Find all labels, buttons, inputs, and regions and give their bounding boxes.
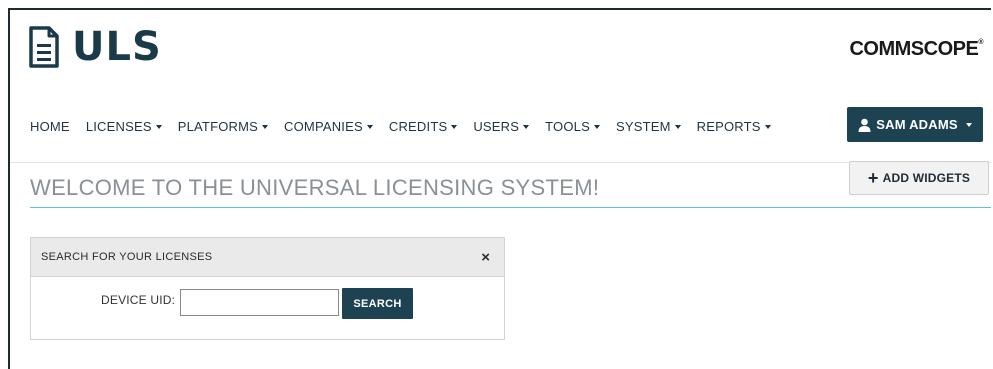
widget-body: DEVICE UID: SEARCH (31, 277, 504, 339)
main-nav: HOME LICENSES PLATFORMS COMPANIES CREDIT… (30, 116, 787, 136)
nav-item-label: LICENSES (85, 118, 152, 134)
user-icon (858, 118, 871, 132)
nav-item-licenses[interactable]: LICENSES (86, 119, 162, 134)
nav-item-system[interactable]: SYSTEM (616, 119, 681, 134)
nav-item-label: COMPANIES (284, 118, 363, 134)
add-widgets-label: ADD WIDGETS (882, 171, 971, 185)
app-logo[interactable]: ULS (28, 22, 162, 72)
plus-icon: + (867, 168, 879, 188)
nav-item-label: CREDITS (388, 118, 448, 134)
caret-down-icon (764, 124, 771, 129)
device-uid-input[interactable] (180, 289, 339, 316)
nav-item-platforms[interactable]: PLATFORMS (177, 118, 269, 134)
caret-down-icon (965, 123, 972, 127)
nav-item-label: SYSTEM (615, 118, 671, 134)
registered-mark: ® (978, 39, 983, 46)
nav-item-label: PLATFORMS (177, 118, 259, 134)
nav-item-label: USERS (473, 118, 520, 134)
widget-title: SEARCH FOR YOUR LICENSES (41, 251, 213, 263)
nav-item-home[interactable]: HOME (30, 119, 70, 134)
header: ULS COMMSCOPE® HOME LICENSES PLATFORMS C… (10, 10, 991, 163)
device-uid-label: DEVICE UID: (101, 293, 176, 307)
search-button[interactable]: SEARCH (342, 288, 413, 319)
caret-down-icon (593, 124, 600, 129)
nav-item-users[interactable]: USERS (473, 118, 530, 134)
widget-header: SEARCH FOR YOUR LICENSES × (31, 238, 504, 277)
brand-logo: COMMSCOPE® (849, 38, 983, 61)
user-name: SAM ADAMS (876, 117, 958, 132)
nav-item-label: HOME (30, 118, 70, 134)
add-widgets-button[interactable]: + ADD WIDGETS (849, 161, 989, 195)
page-title: WELCOME TO THE UNIVERSAL LICENSING SYSTE… (30, 175, 600, 200)
caret-down-icon (262, 124, 269, 129)
app-frame: ULS COMMSCOPE® HOME LICENSES PLATFORMS C… (8, 8, 991, 369)
document-icon (29, 26, 59, 68)
title-divider (30, 207, 991, 208)
app-logo-text: ULS (72, 24, 162, 70)
close-icon[interactable]: × (481, 250, 490, 265)
user-menu-button[interactable]: SAM ADAMS (847, 107, 983, 142)
license-search-widget: SEARCH FOR YOUR LICENSES × DEVICE UID: S… (30, 237, 505, 340)
caret-down-icon (451, 124, 458, 129)
nav-item-reports[interactable]: REPORTS (697, 119, 771, 134)
nav-item-label: TOOLS (545, 118, 590, 134)
nav-item-label: REPORTS (696, 118, 761, 134)
caret-down-icon (523, 124, 530, 129)
caret-down-icon (366, 124, 373, 129)
brand-logo-text: COMMSCOPE (849, 38, 979, 60)
caret-down-icon (674, 124, 681, 129)
caret-down-icon (155, 124, 162, 129)
nav-item-credits[interactable]: CREDITS (388, 118, 458, 134)
nav-item-tools[interactable]: TOOLS (545, 119, 600, 134)
nav-item-companies[interactable]: COMPANIES (284, 119, 373, 134)
